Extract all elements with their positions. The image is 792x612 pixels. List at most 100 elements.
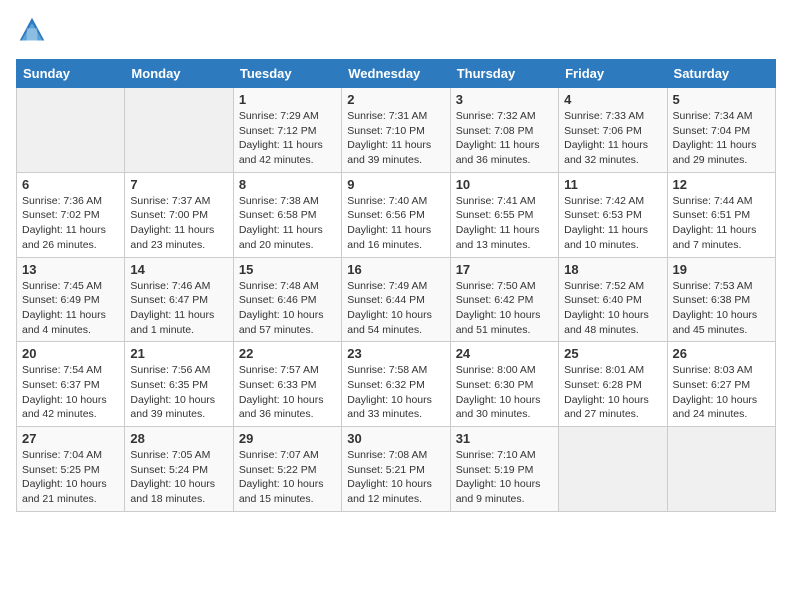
day-header-thursday: Thursday [450, 60, 558, 88]
day-number: 30 [347, 431, 444, 446]
calendar-cell: 16 Sunrise: 7:49 AM Sunset: 6:44 PM Dayli… [342, 257, 450, 342]
calendar-cell: 4 Sunrise: 7:33 AM Sunset: 7:06 PM Daylig… [559, 88, 667, 173]
day-header-monday: Monday [125, 60, 233, 88]
calendar-cell [559, 427, 667, 512]
calendar-cell: 10 Sunrise: 7:41 AM Sunset: 6:55 PM Dayli… [450, 172, 558, 257]
day-info: Sunrise: 7:05 AM Sunset: 5:24 PM Dayligh… [130, 448, 227, 507]
day-info: Sunrise: 7:52 AM Sunset: 6:40 PM Dayligh… [564, 279, 661, 338]
day-number: 24 [456, 346, 553, 361]
day-info: Sunrise: 7:33 AM Sunset: 7:06 PM Dayligh… [564, 109, 661, 168]
day-info: Sunrise: 7:50 AM Sunset: 6:42 PM Dayligh… [456, 279, 553, 338]
calendar-cell: 11 Sunrise: 7:42 AM Sunset: 6:53 PM Dayli… [559, 172, 667, 257]
day-info: Sunrise: 7:38 AM Sunset: 6:58 PM Dayligh… [239, 194, 336, 253]
calendar-cell: 13 Sunrise: 7:45 AM Sunset: 6:49 PM Dayli… [17, 257, 125, 342]
day-number: 13 [22, 262, 119, 277]
day-number: 7 [130, 177, 227, 192]
calendar-cell: 2 Sunrise: 7:31 AM Sunset: 7:10 PM Daylig… [342, 88, 450, 173]
day-number: 1 [239, 92, 336, 107]
day-number: 19 [673, 262, 770, 277]
calendar-cell: 31Sunrise: 7:10 AM Sunset: 5:19 PM Dayli… [450, 427, 558, 512]
day-number: 5 [673, 92, 770, 107]
day-info: Sunrise: 7:49 AM Sunset: 6:44 PM Dayligh… [347, 279, 444, 338]
day-info: Sunrise: 7:36 AM Sunset: 7:02 PM Dayligh… [22, 194, 119, 253]
calendar-cell: 9 Sunrise: 7:40 AM Sunset: 6:56 PM Daylig… [342, 172, 450, 257]
week-row-2: 6 Sunrise: 7:36 AM Sunset: 7:02 PM Daylig… [17, 172, 776, 257]
calendar-cell: 14 Sunrise: 7:46 AM Sunset: 6:47 PM Dayli… [125, 257, 233, 342]
calendar-cell: 24Sunrise: 8:00 AM Sunset: 6:30 PM Dayli… [450, 342, 558, 427]
day-info: Sunrise: 7:58 AM Sunset: 6:32 PM Dayligh… [347, 363, 444, 422]
day-header-friday: Friday [559, 60, 667, 88]
day-info: Sunrise: 7:57 AM Sunset: 6:33 PM Dayligh… [239, 363, 336, 422]
day-info: Sunrise: 7:44 AM Sunset: 6:51 PM Dayligh… [673, 194, 770, 253]
day-number: 6 [22, 177, 119, 192]
day-number: 9 [347, 177, 444, 192]
logo [16, 16, 46, 49]
calendar-cell: 7 Sunrise: 7:37 AM Sunset: 7:00 PM Daylig… [125, 172, 233, 257]
day-number: 16 [347, 262, 444, 277]
day-number: 2 [347, 92, 444, 107]
calendar-cell: 12 Sunrise: 7:44 AM Sunset: 6:51 PM Dayli… [667, 172, 775, 257]
calendar-cell: 6 Sunrise: 7:36 AM Sunset: 7:02 PM Daylig… [17, 172, 125, 257]
day-info: Sunrise: 7:10 AM Sunset: 5:19 PM Dayligh… [456, 448, 553, 507]
day-info: Sunrise: 7:31 AM Sunset: 7:10 PM Dayligh… [347, 109, 444, 168]
day-number: 4 [564, 92, 661, 107]
calendar-cell: 18 Sunrise: 7:52 AM Sunset: 6:40 PM Dayli… [559, 257, 667, 342]
day-info: Sunrise: 7:41 AM Sunset: 6:55 PM Dayligh… [456, 194, 553, 253]
calendar-cell: 25Sunrise: 8:01 AM Sunset: 6:28 PM Dayli… [559, 342, 667, 427]
day-header-wednesday: Wednesday [342, 60, 450, 88]
day-number: 18 [564, 262, 661, 277]
day-number: 29 [239, 431, 336, 446]
day-info: Sunrise: 7:37 AM Sunset: 7:00 PM Dayligh… [130, 194, 227, 253]
day-number: 3 [456, 92, 553, 107]
day-number: 20 [22, 346, 119, 361]
calendar-cell: 23 Sunrise: 7:58 AM Sunset: 6:32 PM Dayli… [342, 342, 450, 427]
week-row-4: 20 Sunrise: 7:54 AM Sunset: 6:37 PM Dayli… [17, 342, 776, 427]
day-number: 23 [347, 346, 444, 361]
day-info: Sunrise: 7:45 AM Sunset: 6:49 PM Dayligh… [22, 279, 119, 338]
calendar-cell: 30 Sunrise: 7:08 AM Sunset: 5:21 PM Dayli… [342, 427, 450, 512]
day-info: Sunrise: 7:48 AM Sunset: 6:46 PM Dayligh… [239, 279, 336, 338]
day-info: Sunrise: 7:42 AM Sunset: 6:53 PM Dayligh… [564, 194, 661, 253]
day-number: 10 [456, 177, 553, 192]
week-row-1: 1 Sunrise: 7:29 AM Sunset: 7:12 PM Daylig… [17, 88, 776, 173]
day-info: Sunrise: 7:56 AM Sunset: 6:35 PM Dayligh… [130, 363, 227, 422]
day-info: Sunrise: 8:03 AM Sunset: 6:27 PM Dayligh… [673, 363, 770, 422]
day-info: Sunrise: 7:54 AM Sunset: 6:37 PM Dayligh… [22, 363, 119, 422]
calendar-cell: 17 Sunrise: 7:50 AM Sunset: 6:42 PM Dayli… [450, 257, 558, 342]
calendar-cell: 5 Sunrise: 7:34 AM Sunset: 7:04 PM Daylig… [667, 88, 775, 173]
day-header-saturday: Saturday [667, 60, 775, 88]
calendar-table: SundayMondayTuesdayWednesdayThursdayFrid… [16, 59, 776, 512]
day-number: 25 [564, 346, 661, 361]
calendar-cell: 19 Sunrise: 7:53 AM Sunset: 6:38 PM Dayli… [667, 257, 775, 342]
calendar-cell: 1 Sunrise: 7:29 AM Sunset: 7:12 PM Daylig… [233, 88, 341, 173]
logo-icon [18, 16, 46, 44]
calendar-cell: 20 Sunrise: 7:54 AM Sunset: 6:37 PM Dayli… [17, 342, 125, 427]
calendar-cell: 3 Sunrise: 7:32 AM Sunset: 7:08 PM Daylig… [450, 88, 558, 173]
week-row-3: 13 Sunrise: 7:45 AM Sunset: 6:49 PM Dayli… [17, 257, 776, 342]
calendar-cell [667, 427, 775, 512]
day-number: 11 [564, 177, 661, 192]
calendar-cell: 8 Sunrise: 7:38 AM Sunset: 6:58 PM Daylig… [233, 172, 341, 257]
day-info: Sunrise: 7:07 AM Sunset: 5:22 PM Dayligh… [239, 448, 336, 507]
calendar-cell: 15 Sunrise: 7:48 AM Sunset: 6:46 PM Dayli… [233, 257, 341, 342]
day-info: Sunrise: 7:04 AM Sunset: 5:25 PM Dayligh… [22, 448, 119, 507]
day-info: Sunrise: 7:34 AM Sunset: 7:04 PM Dayligh… [673, 109, 770, 168]
calendar-cell: 29 Sunrise: 7:07 AM Sunset: 5:22 PM Dayli… [233, 427, 341, 512]
day-number: 14 [130, 262, 227, 277]
day-info: Sunrise: 7:29 AM Sunset: 7:12 PM Dayligh… [239, 109, 336, 168]
calendar-cell [17, 88, 125, 173]
calendar-cell: 27Sunrise: 7:04 AM Sunset: 5:25 PM Dayli… [17, 427, 125, 512]
day-info: Sunrise: 7:46 AM Sunset: 6:47 PM Dayligh… [130, 279, 227, 338]
calendar-cell: 26Sunrise: 8:03 AM Sunset: 6:27 PM Dayli… [667, 342, 775, 427]
day-number: 12 [673, 177, 770, 192]
day-info: Sunrise: 7:08 AM Sunset: 5:21 PM Dayligh… [347, 448, 444, 507]
day-info: Sunrise: 7:40 AM Sunset: 6:56 PM Dayligh… [347, 194, 444, 253]
day-info: Sunrise: 7:53 AM Sunset: 6:38 PM Dayligh… [673, 279, 770, 338]
day-number: 21 [130, 346, 227, 361]
day-number: 8 [239, 177, 336, 192]
day-info: Sunrise: 7:32 AM Sunset: 7:08 PM Dayligh… [456, 109, 553, 168]
day-number: 15 [239, 262, 336, 277]
day-header-sunday: Sunday [17, 60, 125, 88]
day-number: 17 [456, 262, 553, 277]
day-number: 28 [130, 431, 227, 446]
